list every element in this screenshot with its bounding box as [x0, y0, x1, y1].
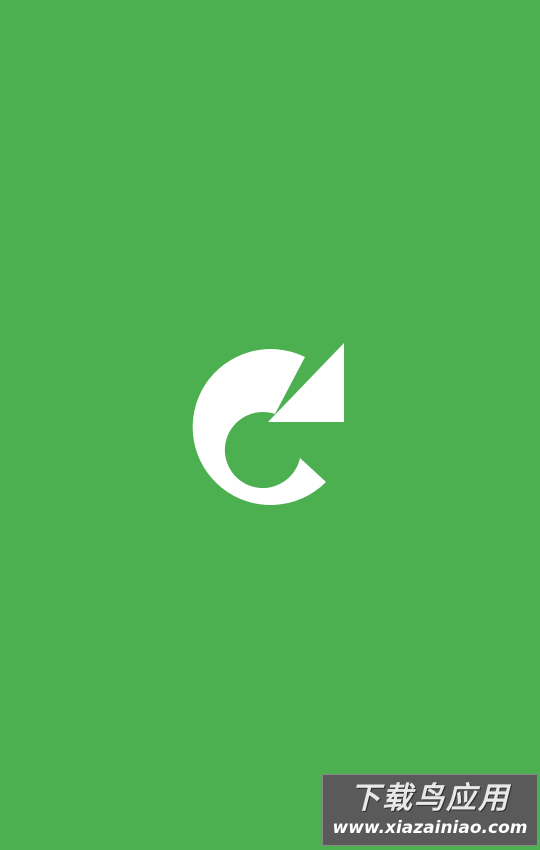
splash-screen: 下载鸟应用 www.xiazainiao.com [0, 0, 540, 850]
app-logo [190, 340, 350, 510]
watermark-title: 下载鸟应用 [350, 781, 510, 816]
refresh-arrow-icon [192, 343, 344, 506]
watermark-url: www.xiazainiao.com [332, 818, 528, 838]
watermark-badge: 下载鸟应用 www.xiazainiao.com [322, 774, 538, 846]
